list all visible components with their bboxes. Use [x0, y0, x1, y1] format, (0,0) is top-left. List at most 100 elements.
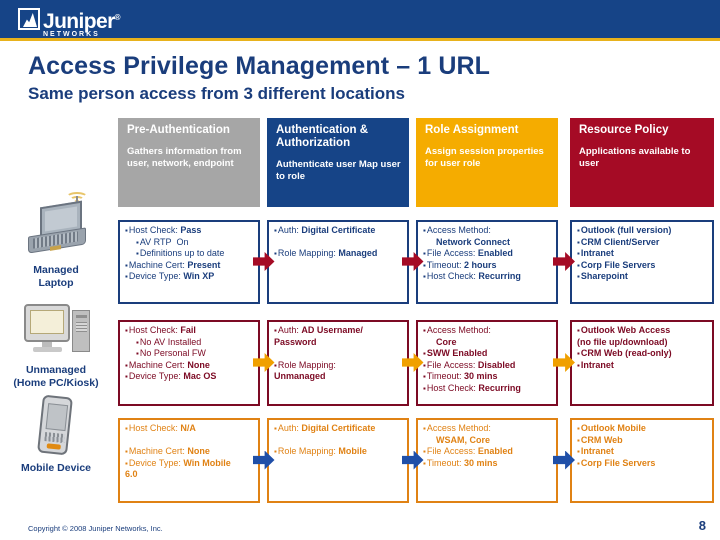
- cell-line: Outlook (full version): [577, 225, 708, 237]
- column-header-title: Role Assignment: [425, 124, 519, 136]
- device-mobile-device-icon: Mobile Device: [0, 390, 112, 475]
- cell-line: Password: [274, 336, 317, 347]
- cell-line: (no file up/download): [577, 336, 668, 347]
- column-header-desc: Assign session properties for user role: [425, 146, 544, 169]
- column-header-title: Authentication & Authorization: [276, 124, 368, 149]
- cell-line: No Personal FW: [125, 348, 254, 360]
- flow-arrow-icon: [401, 450, 424, 470]
- cell-line: Timeout: 30 mins: [423, 458, 552, 470]
- matrix-cell: Host Check: PassAV RTP OnDefinitions up …: [118, 220, 260, 304]
- matrix-cell: Access Method:CoreSWW EnabledFile Access…: [416, 320, 558, 406]
- cell-line: Role Mapping:: [274, 360, 403, 372]
- cell-line: WSAM, Core: [436, 434, 490, 445]
- cell-line: CRM Web: [577, 435, 708, 447]
- cell-line: Access Method:: [423, 325, 552, 337]
- matrix-cell: Host Check: N/A Machine Cert: NoneDevice…: [118, 418, 260, 503]
- cell-line: Outlook Web Access: [577, 325, 708, 337]
- column-header-4: Resource Policy Applications available to…: [570, 118, 714, 207]
- cell-line: Host Check: Recurring: [423, 271, 552, 283]
- cell-line: Host Check: N/A: [125, 423, 254, 435]
- laptop-wifi-icon: [0, 192, 112, 264]
- footer-divider: [0, 506, 720, 508]
- cell-line: Timeout: 2 hours: [423, 260, 552, 272]
- copyright-text: Copyright © 2008 Juniper Networks, Inc.: [28, 524, 163, 533]
- cell-line: Unmanaged: [274, 371, 326, 382]
- column-header-3: Role Assignment Assign session properties…: [416, 118, 558, 207]
- cell-line: Host Check: Fail: [125, 325, 254, 337]
- matrix-cell: Outlook Web Access(no file up/download)C…: [570, 320, 714, 406]
- cell-line: Auth: AD Username/: [274, 325, 403, 337]
- cell-line: Machine Cert: Present: [125, 260, 254, 272]
- cell-line: Outlook Mobile: [577, 423, 708, 435]
- cell-line: Intranet: [577, 360, 708, 372]
- cell-line: Timeout: 30 mins: [423, 371, 552, 383]
- column-header-1: Pre-Authentication Gathers information fr…: [118, 118, 260, 207]
- matrix-cell: Auth: Digital Certificate Role Mapping: …: [267, 220, 409, 304]
- cell-line: Host Check: Recurring: [423, 383, 552, 395]
- cell-line: Access Method:: [423, 423, 552, 435]
- mobile-device-icon: [0, 390, 112, 462]
- device-label: Managed: [33, 264, 79, 276]
- device-desktop-pc-icon: Unmanaged (Home PC/Kiosk): [0, 292, 112, 389]
- matrix-cell: Access Method:WSAM, CoreFile Access: Ena…: [416, 418, 558, 503]
- cell-line: Core: [436, 336, 457, 347]
- cell-line: Role Mapping: Managed: [274, 248, 403, 260]
- matrix-cell: Outlook MobileCRM WebIntranetCorp File S…: [570, 418, 714, 503]
- device-label: Unmanaged: [25, 364, 87, 376]
- cell-line: Intranet: [577, 248, 708, 260]
- cell-line: Sharepoint: [577, 271, 708, 283]
- device-label-secondary: (Home PC/Kiosk): [13, 376, 99, 389]
- column-header-2: Authentication & Authorization Authentica…: [267, 118, 409, 207]
- cell-line: File Access: Enabled: [423, 446, 552, 458]
- cell-line: [274, 348, 403, 360]
- cell-line: File Access: Enabled: [423, 248, 552, 260]
- cell-line: Machine Cert: None: [125, 446, 254, 458]
- column-header-title: Pre-Authentication: [127, 124, 230, 136]
- column-header-desc: Gathers information from user, network, …: [127, 146, 242, 169]
- flow-arrow-icon: [553, 252, 575, 271]
- flow-arrow-icon: [553, 450, 575, 470]
- cell-line: Device Type: Mac OS: [125, 371, 254, 383]
- access-matrix: Pre-Authentication Gathers information fr…: [0, 0, 720, 540]
- cell-line: Corp File Servers: [577, 260, 708, 272]
- cell-line: [274, 435, 403, 447]
- cell-line: CRM Web (read-only): [577, 348, 708, 360]
- flow-arrow-icon: [252, 353, 275, 372]
- cell-line: [274, 237, 403, 249]
- matrix-cell: Outlook (full version)CRM Client/ServerI…: [570, 220, 714, 304]
- cell-line: Device Type: Win Mobile: [125, 458, 254, 470]
- flow-arrow-icon: [553, 353, 575, 372]
- cell-line: AV RTP On: [125, 237, 254, 249]
- cell-line: Corp File Servers: [577, 458, 708, 470]
- flow-arrow-icon: [252, 252, 275, 271]
- matrix-cell: Auth: Digital Certificate Role Mapping: …: [267, 418, 409, 503]
- column-header-desc: Applications available to user: [579, 146, 691, 169]
- device-label: Mobile Device: [20, 462, 92, 474]
- cell-line: Role Mapping: Mobile: [274, 446, 403, 458]
- cell-line: Host Check: Pass: [125, 225, 254, 237]
- page-number: 8: [698, 518, 706, 533]
- cell-line: Auth: Digital Certificate: [274, 423, 403, 435]
- cell-line: Machine Cert: None: [125, 360, 254, 372]
- cell-line: Auth: Digital Certificate: [274, 225, 403, 237]
- cell-line: [125, 435, 254, 447]
- cell-line: Network Connect: [436, 236, 511, 247]
- column-header-desc: Authenticate user Map user to role: [276, 159, 401, 182]
- cell-line: CRM Client/Server: [577, 237, 708, 249]
- cell-line: Intranet: [577, 446, 708, 458]
- cell-line: Definitions up to date: [125, 248, 254, 260]
- matrix-cell: Auth: AD Username/Password Role Mapping:…: [267, 320, 409, 406]
- device-laptop-wifi-icon: Managed Laptop: [0, 192, 112, 289]
- flow-arrow-icon: [252, 450, 275, 470]
- desktop-pc-icon: [0, 292, 112, 364]
- column-header-title: Resource Policy: [579, 124, 669, 136]
- slide: Juniper® NETWORKS Access Privilege Manag…: [0, 0, 720, 540]
- cell-line: File Access: Disabled: [423, 360, 552, 372]
- matrix-cell: Host Check: FailNo AV InstalledNo Person…: [118, 320, 260, 406]
- cell-line: Access Method:: [423, 225, 552, 237]
- flow-arrow-icon: [401, 252, 424, 271]
- cell-line: SWW Enabled: [423, 348, 552, 360]
- cell-line: Device Type: Win XP: [125, 271, 254, 283]
- matrix-cell: Access Method:Network ConnectFile Access…: [416, 220, 558, 304]
- device-label-secondary: Laptop: [38, 276, 74, 289]
